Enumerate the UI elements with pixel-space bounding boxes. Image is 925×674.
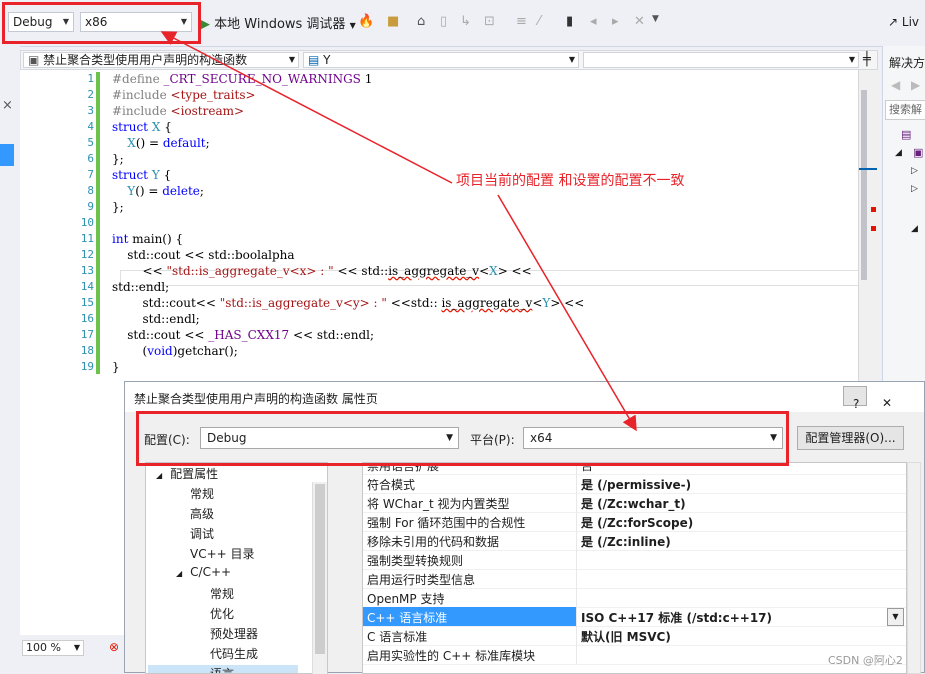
arrow-to-toolbar xyxy=(160,31,453,184)
annotation-arrows xyxy=(160,31,637,432)
watermark: CSDN @阿心2 xyxy=(828,654,903,667)
arrow-to-dialog xyxy=(497,194,637,432)
